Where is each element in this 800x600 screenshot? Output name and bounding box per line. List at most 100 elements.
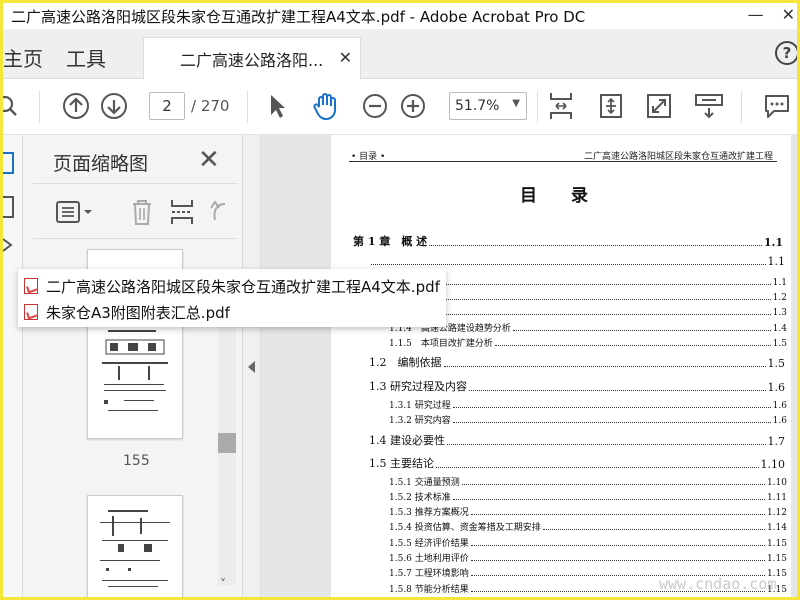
panel-collapse-handle[interactable] (243, 135, 261, 597)
watermark: www.cndao.com (659, 575, 777, 593)
recent-file-name: 二广高速公路洛阳城区段朱家仓互通改扩建工程A4文本.pdf (46, 277, 440, 296)
zoom-out-icon[interactable] (361, 91, 389, 121)
delete-page-icon[interactable] (129, 198, 155, 226)
toc-entry[interactable]: 1.1.5 本项目改扩建分析 1.5 (389, 336, 787, 349)
toc-leader-dots (418, 314, 771, 315)
toc-leader-dots (443, 366, 766, 367)
tab-home[interactable]: 主页 (3, 43, 43, 72)
toc-entry[interactable]: 1.3.1 研究过程 1.6 (389, 398, 787, 411)
toc-entry-page: 1.6 (772, 416, 787, 426)
page-total: / 270 (191, 97, 230, 115)
toc-entry[interactable]: 1.4 建设必要性 1.7 (369, 432, 785, 448)
close-panel-button[interactable]: ✕ (198, 145, 220, 175)
zoom-level-select[interactable]: 51.7% ▼ (449, 92, 527, 120)
toc-leader-dots (436, 467, 759, 468)
toc-entry[interactable]: 1.1.4 高速公路建设趋势分析 1.4 (389, 321, 787, 334)
toc-entry[interactable]: 1.5.2 技术标准 1.11 (389, 490, 787, 503)
toc-leader-dots (470, 545, 765, 546)
toc-leader-dots (542, 529, 765, 530)
previous-page-icon[interactable] (61, 91, 91, 121)
full-screen-icon[interactable] (645, 91, 673, 121)
toc-entry-label: 1.1.5 本项目改扩建分析 (389, 339, 493, 349)
help-icon[interactable]: ? (775, 41, 797, 65)
tab-document-label: 二广高速公路洛阳... (180, 50, 324, 70)
toc-entry-label: 1.5.3 推荐方案概况 (389, 508, 469, 518)
toc-entry-page: 1.11 (766, 493, 787, 503)
toc-leader-dots (452, 422, 771, 423)
close-window-button[interactable]: ✕ (782, 5, 795, 24)
toc-entry[interactable]: 1.3.2 研究内容 1.6 (389, 413, 787, 426)
toc-entry[interactable]: 位背景1.1 (389, 275, 787, 288)
thumbnail-page[interactable] (87, 495, 183, 597)
toc-entry[interactable]: 1.5.1 交通量预测 1.10 (389, 475, 787, 488)
thumbnails-toolbar (33, 183, 238, 239)
tab-document[interactable]: 二广高速公路洛阳... ✕ (143, 37, 361, 79)
navigation-icons[interactable] (3, 135, 23, 255)
toc-entry-page: 1.14 (766, 523, 787, 533)
tab-bar: 主页 工具 二广高速公路洛阳... ✕ ? (3, 29, 797, 79)
toc-entry[interactable]: 1.2 编制依据 1.5 (369, 354, 785, 370)
toc-entry-page: 1.2 (772, 293, 787, 303)
window-controls: — ✕ (748, 5, 795, 24)
search-icon[interactable] (3, 91, 21, 121)
document-page: • 目录 • 二广高速公路洛阳城区段朱家仓互通改扩建工程 目 录 第 1 章 概… (331, 135, 791, 597)
select-cursor-icon[interactable] (265, 91, 289, 121)
recent-file-item[interactable]: 二广高速公路洛阳城区段朱家仓互通改扩建工程A4文本.pdf (24, 275, 440, 297)
toc-entry[interactable]: 济背景1.2 (389, 290, 787, 303)
chevron-down-icon: ▼ (512, 98, 520, 109)
toc-entry-label: 1.5.5 经济评价结果 (389, 539, 469, 549)
pdf-file-icon (24, 278, 38, 294)
thumbnails-panel-title: 页面缩略图 (53, 153, 149, 175)
toc-leader-dots (371, 264, 766, 265)
recent-files-popup: 二广高速公路洛阳城区段朱家仓互通改扩建工程A4文本.pdf 朱家仓A3附图附表汇… (18, 269, 446, 327)
toc-leader-dots (447, 444, 766, 445)
tab-close-button[interactable]: ✕ (339, 48, 352, 67)
page-number-input[interactable]: 2 (149, 92, 185, 120)
toc-leader-dots (512, 330, 771, 331)
toolbar: 2 / 270 51.7% ▼ (3, 79, 797, 135)
zoom-level-value: 51.7% (455, 98, 500, 114)
toc-leader-dots (461, 484, 765, 485)
toc-entry[interactable]: 1.5.6 土地利用评价 1.15 (389, 551, 787, 564)
toc-entry-label: 1.3.2 研究内容 (389, 416, 451, 426)
acrobat-window: 二广高速公路洛阳城区段朱家仓互通改扩建工程A4文本.pdf - Adobe Ac… (0, 0, 800, 600)
toc-entry-label: 1.4 建设必要性 (369, 434, 445, 447)
toc-entry[interactable]: 第 1 章 概 述 1.1 (353, 233, 783, 249)
toc-entry-label: 1.5.6 土地利用评价 (389, 554, 469, 564)
scroll-mode-icon[interactable] (693, 91, 725, 121)
scroll-down-arrow-icon[interactable]: ˅ (220, 577, 226, 591)
toc-entry[interactable]: 1.5.5 经济评价结果 1.15 (389, 536, 787, 549)
toc-entry[interactable]: 1.1 (369, 255, 785, 268)
recent-file-name: 朱家仓A3附图附表汇总.pdf (46, 303, 230, 322)
extract-page-icon[interactable] (169, 198, 195, 226)
undo-icon[interactable] (207, 198, 233, 226)
document-view[interactable]: • 目录 • 二广高速公路洛阳城区段朱家仓互通改扩建工程 目 录 第 1 章 概… (261, 135, 797, 597)
toc-entry-label: 1.3.1 研究过程 (389, 401, 451, 411)
toc-entry-label: 1.5.8 节能分析结果 (389, 585, 469, 595)
tab-tools[interactable]: 工具 (66, 43, 106, 72)
toc-entry[interactable]: 1.5 主要结论 1.10 (369, 455, 785, 471)
toc-entry[interactable]: 1.3 研究过程及内容 1.6 (369, 378, 785, 394)
toc-entry[interactable]: 1.5.4 投资估算、资金筹措及工期安排 1.14 (389, 520, 787, 533)
toc-entry[interactable]: 1.5.3 推荐方案概况 1.12 (389, 505, 787, 518)
hand-tool-icon[interactable] (311, 91, 341, 121)
toc-leader-dots (418, 284, 771, 285)
toc-entry-page: 1.1 (763, 236, 783, 249)
toc-leader-dots (470, 560, 765, 561)
recent-file-item[interactable]: 朱家仓A3附图附表汇总.pdf (24, 301, 230, 323)
rotate-view-icon[interactable] (597, 91, 625, 121)
left-tool-rail (3, 135, 23, 597)
thumbnail-page-number: 155 (123, 453, 150, 469)
zoom-in-icon[interactable] (399, 91, 427, 121)
toc-entry-label: 1.5 主要结论 (369, 457, 434, 470)
minimize-button[interactable]: — (748, 5, 764, 24)
toc-entry-page: 1.5 (772, 339, 787, 349)
comment-icon[interactable] (761, 91, 793, 121)
thumbnail-options-icon[interactable] (55, 200, 95, 224)
toc-entry-page: 1.10 (760, 458, 786, 471)
fit-page-icon[interactable] (547, 91, 575, 121)
toc-entry-label: 1.2 编制依据 (369, 356, 442, 369)
scrollbar-thumb[interactable] (218, 433, 236, 453)
toc-entry[interactable]: 划背景1.3 (389, 305, 787, 318)
next-page-icon[interactable] (99, 91, 129, 121)
